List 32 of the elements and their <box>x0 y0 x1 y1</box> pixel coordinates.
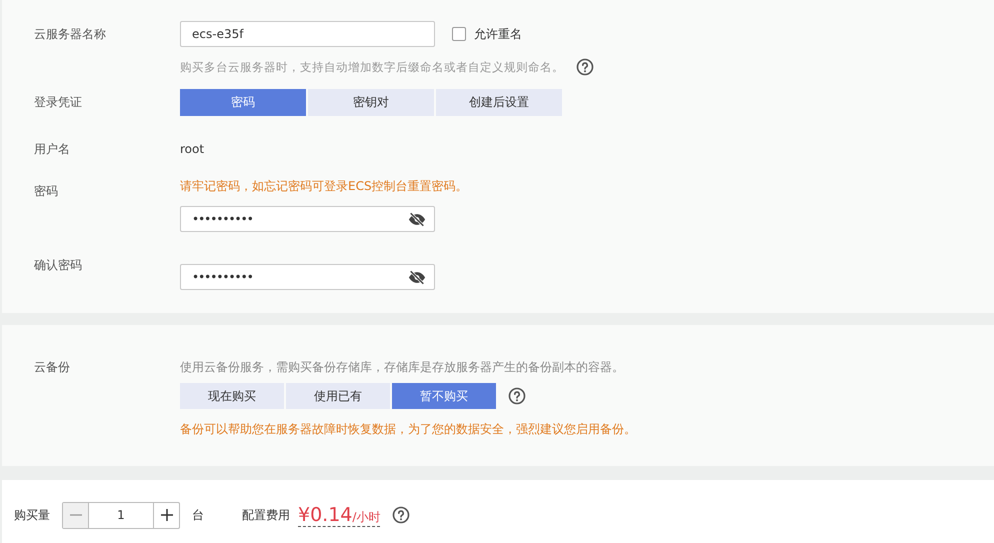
fee-label: 配置费用 <box>242 506 290 524</box>
eye-hidden-icon[interactable] <box>408 270 426 284</box>
option-button[interactable]: 现在购买 <box>180 383 284 409</box>
quantity-label: 购买量 <box>14 506 50 524</box>
unit-label: 台 <box>192 506 204 524</box>
warning-text: 请牢记密码，如忘记密码可登录ECS控制台重置密码。 <box>180 178 468 194</box>
description-text: 使用云备份服务，需购买备份存储库，存储库是存放服务器产生的备份副本的容器。 <box>180 359 625 376</box>
eye-hidden-icon[interactable] <box>408 212 426 226</box>
option-button[interactable]: 密钥对 <box>308 89 434 116</box>
field-label: 登录凭证 <box>33 94 83 111</box>
checkbox-label: 允许重名 <box>474 26 522 42</box>
help-icon[interactable] <box>508 387 526 405</box>
option-button[interactable]: 密码 <box>180 89 306 116</box>
warning-text: 备份可以帮助您在服务器故障时恢复数据，为了您的数据安全，强烈建议您启用备份。 <box>180 421 636 437</box>
hint-text: 购买多台云服务器时，支持自动增加数字后缀命名或者自定义规则命名。 <box>180 60 564 74</box>
field-label: 云服务器名称 <box>33 26 107 43</box>
help-icon[interactable] <box>392 506 410 524</box>
option-button[interactable]: 暂不购买 <box>392 383 496 409</box>
field-label: 云备份 <box>33 359 71 376</box>
password-field[interactable]: •••••••••• <box>180 206 435 232</box>
option-button[interactable]: 创建后设置 <box>436 89 562 116</box>
username-value: root <box>180 141 204 158</box>
name-field[interactable]: ecs-e35f <box>180 21 435 47</box>
price-unit: /小时 <box>352 508 380 526</box>
option-button[interactable]: 使用已有 <box>286 383 390 409</box>
field-label: 密码 <box>33 183 59 200</box>
help-icon[interactable] <box>576 58 594 76</box>
price-value: ¥0.14 <box>298 504 352 526</box>
password-field[interactable]: •••••••••• <box>180 264 435 290</box>
checkbox[interactable] <box>452 27 466 41</box>
field-label: 确认密码 <box>33 257 83 274</box>
field-label: 用户名 <box>33 141 71 158</box>
